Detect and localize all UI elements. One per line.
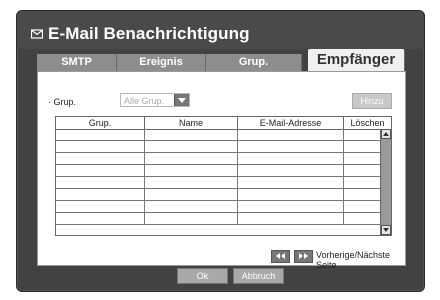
cancel-button[interactable]: Abbruch: [233, 268, 284, 284]
table-cell-email: [238, 189, 344, 200]
table-row[interactable]: [56, 165, 391, 177]
table-cell-email: [238, 153, 344, 164]
table-cell-email: [238, 213, 344, 224]
chevron-down-icon[interactable]: [174, 94, 189, 106]
table-cell-delete[interactable]: [344, 165, 381, 176]
table-cell-delete[interactable]: [344, 201, 381, 212]
column-header-group: Grup.: [56, 117, 145, 129]
table-cell-name: [145, 201, 238, 212]
table-cell-name: [145, 213, 238, 224]
table-cell-name: [145, 129, 238, 140]
tab-ereignis[interactable]: Ereignis: [117, 54, 206, 71]
table-cell-email: [238, 129, 344, 140]
table-cell-name: [145, 153, 238, 164]
table-cell-email: [238, 201, 344, 212]
table-cell-name: [145, 165, 238, 176]
double-left-arrow-icon: [276, 253, 285, 259]
ok-button[interactable]: Ok: [177, 268, 228, 284]
vertical-scrollbar[interactable]: [380, 129, 391, 235]
table-row[interactable]: [56, 189, 391, 201]
envelope-icon: [31, 29, 43, 39]
group-filter-select[interactable]: Alle Grup.: [120, 93, 190, 107]
table-cell-name: [145, 189, 238, 200]
table-cell-name: [145, 141, 238, 152]
table-cell-delete[interactable]: [344, 153, 381, 164]
previous-page-button[interactable]: [271, 250, 290, 263]
table-cell-delete[interactable]: [344, 129, 381, 140]
tab-grup[interactable]: Grup.: [206, 54, 302, 71]
table-cell-delete[interactable]: [344, 177, 381, 188]
scroll-down-icon[interactable]: [381, 225, 391, 235]
column-header-email: E-Mail-Adresse: [238, 117, 344, 129]
table-cell-email: [238, 177, 344, 188]
recipient-table: Grup. Name E-Mail-Adresse Löschen: [55, 116, 392, 236]
tab-smtp[interactable]: SMTP: [37, 54, 117, 71]
table-row[interactable]: [56, 201, 391, 213]
next-page-button[interactable]: [294, 250, 313, 263]
table-cell-delete[interactable]: [344, 213, 381, 224]
table-row[interactable]: [56, 177, 391, 189]
scroll-up-icon[interactable]: [381, 129, 391, 139]
table-cell-email: [238, 165, 344, 176]
table-cell-delete[interactable]: [344, 141, 381, 152]
table-cell-group: [56, 213, 145, 224]
table-cell-group: [56, 189, 145, 200]
column-header-name: Name: [145, 117, 238, 129]
table-row[interactable]: [56, 213, 391, 225]
tab-empfaenger[interactable]: Empfänger: [308, 49, 405, 71]
table-cell-group: [56, 177, 145, 188]
table-cell-group: [56, 153, 145, 164]
tab-bar: SMTP Ereignis Grup. Empfänger: [37, 49, 405, 71]
table-cell-group: [56, 201, 145, 212]
table-cell-group: [56, 165, 145, 176]
double-right-arrow-icon: [299, 253, 308, 259]
dialog-title: E-Mail Benachrichtigung: [48, 24, 250, 43]
table-row[interactable]: [56, 129, 391, 141]
page-navigation-label: Vorherige/Nächste Seite: [316, 250, 391, 270]
recipient-panel: · Grup. Alle Grup. Hinzu Grup. Name E-Ma…: [37, 71, 406, 270]
table-cell-email: [238, 141, 344, 152]
table-cell-delete[interactable]: [344, 189, 381, 200]
table-cell-group: [56, 129, 145, 140]
table-row[interactable]: [56, 141, 391, 153]
table-cell-group: [56, 141, 145, 152]
email-notification-dialog: E-Mail Benachrichtigung SMTP Ereignis Gr…: [16, 10, 425, 292]
table-cell-name: [145, 177, 238, 188]
group-filter-label: · Grup.: [48, 97, 77, 107]
add-button[interactable]: Hinzu: [352, 93, 392, 109]
column-header-delete: Löschen: [350, 118, 385, 128]
table-row[interactable]: [56, 153, 391, 165]
title-bar: E-Mail Benachrichtigung: [17, 11, 424, 49]
group-filter-value: Alle Grup.: [124, 96, 165, 106]
